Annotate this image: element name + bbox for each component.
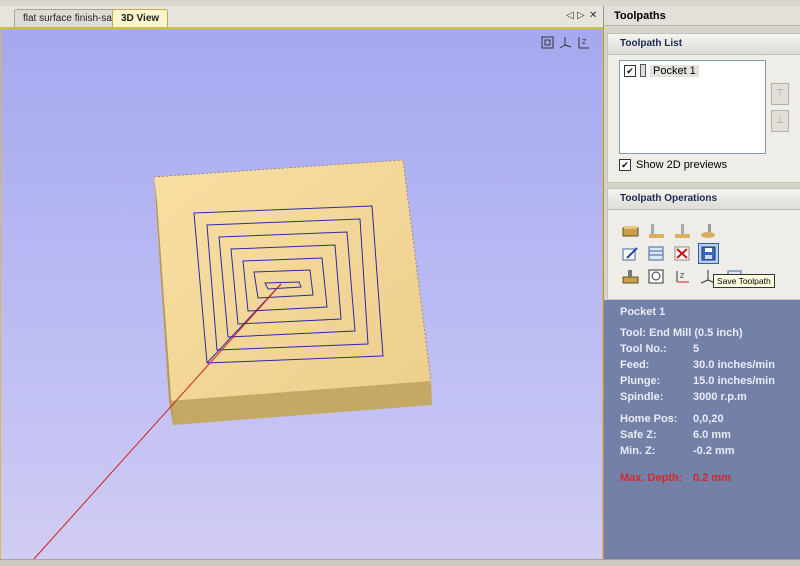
info-plunge: 15.0 inches/min bbox=[693, 375, 775, 387]
toolpath-checkbox[interactable]: ✔ bbox=[624, 64, 636, 77]
3d-scene[interactable] bbox=[1, 29, 602, 560]
profile-toolpath-icon[interactable] bbox=[646, 220, 667, 241]
info-tool-no: 5 bbox=[693, 343, 700, 355]
zoom-toolpath-icon[interactable] bbox=[646, 266, 667, 287]
tab-next-button[interactable]: ▷ bbox=[577, 10, 585, 21]
save-toolpath-tooltip: Save Toolpath bbox=[713, 274, 775, 288]
z-axis-icon[interactable]: Z bbox=[672, 266, 693, 287]
top-view-icon[interactable]: Z bbox=[576, 35, 590, 49]
svg-text:Z: Z bbox=[680, 273, 685, 280]
block-top-face bbox=[154, 160, 431, 401]
move-up-button[interactable]: ⊤ bbox=[771, 83, 789, 105]
info-name: Pocket 1 bbox=[620, 306, 666, 318]
delete-toolpath-icon[interactable] bbox=[672, 243, 693, 264]
material-setup-icon[interactable] bbox=[620, 220, 641, 241]
edit-toolpath-icon[interactable] bbox=[620, 243, 641, 264]
ops-row-1 bbox=[620, 220, 719, 241]
toolpath-table-icon[interactable] bbox=[646, 243, 667, 264]
info-feed-label: Feed: bbox=[620, 359, 650, 371]
info-minz: -0.2 mm bbox=[693, 445, 735, 457]
toolpath-label: Pocket 1 bbox=[650, 64, 699, 77]
show-2d-checkbox[interactable]: ✔ bbox=[619, 159, 631, 171]
tab-close-button[interactable]: ✕ bbox=[589, 10, 597, 21]
fit-view-icon[interactable] bbox=[540, 35, 554, 49]
pocket-toolpath-icon[interactable] bbox=[672, 220, 693, 241]
panel-title: Toolpaths bbox=[604, 6, 800, 26]
info-maxdepth: 0.2 mm bbox=[693, 472, 731, 484]
show-2d-label: Show 2D previews bbox=[636, 159, 728, 171]
info-spindle-label: Spindle: bbox=[620, 391, 664, 403]
info-spindle: 3000 r.p.m bbox=[693, 391, 747, 403]
axes-view-icon[interactable] bbox=[558, 35, 572, 49]
3d-view[interactable]: Z bbox=[0, 28, 603, 561]
info-minz-label: Min. Z: bbox=[620, 445, 656, 457]
toolpath-list-section: Toolpath List ✔ Pocket 1 ⊤ ⊥ ✔ Show 2D p… bbox=[607, 33, 800, 183]
info-safez-label: Safe Z: bbox=[620, 429, 657, 441]
tab-flat-surface[interactable]: flat surface finish-sat bbox=[14, 9, 124, 27]
view-icon-bar: Z bbox=[540, 35, 590, 49]
toolpath-operations-section: Toolpath Operations Z Save Toolpath bbox=[607, 188, 800, 300]
info-home: 0,0,20 bbox=[693, 413, 724, 425]
info-tool-no-label: Tool No.: bbox=[620, 343, 667, 355]
toolpath-operations-header: Toolpath Operations bbox=[608, 189, 800, 210]
tab-bar: flat surface finish-sat 3D View ◁ ▷ ✕ bbox=[0, 6, 603, 28]
move-down-button[interactable]: ⊥ bbox=[771, 110, 789, 132]
info-plunge-label: Plunge: bbox=[620, 375, 661, 387]
info-safez: 6.0 mm bbox=[693, 429, 731, 441]
preview-toolpath-icon[interactable] bbox=[620, 266, 641, 287]
toolpath-list-header: Toolpath List bbox=[608, 34, 800, 55]
show-2d-previews[interactable]: ✔ Show 2D previews bbox=[619, 159, 727, 171]
tab-prev-button[interactable]: ◁ bbox=[566, 10, 574, 21]
info-tool: Tool: End Mill (0.5 inch) bbox=[620, 327, 743, 339]
list-item[interactable]: ✔ Pocket 1 bbox=[624, 64, 699, 77]
save-toolpath-icon[interactable] bbox=[698, 243, 719, 264]
ops-row-2 bbox=[620, 243, 719, 264]
toolpath-list[interactable]: ✔ Pocket 1 bbox=[619, 60, 766, 154]
svg-text:Z: Z bbox=[582, 39, 587, 46]
rapid-move-line bbox=[32, 283, 282, 560]
tab-3d-view[interactable]: 3D View bbox=[112, 9, 169, 27]
toolpath-info-panel: Pocket 1 Tool: End Mill (0.5 inch) Tool … bbox=[604, 300, 800, 559]
info-feed: 30.0 inches/min bbox=[693, 359, 775, 371]
toolpath-icon bbox=[640, 64, 646, 77]
drilling-toolpath-icon[interactable] bbox=[698, 220, 719, 241]
info-home-label: Home Pos: bbox=[620, 413, 678, 425]
info-maxdepth-label: Max. Depth: bbox=[620, 472, 683, 484]
